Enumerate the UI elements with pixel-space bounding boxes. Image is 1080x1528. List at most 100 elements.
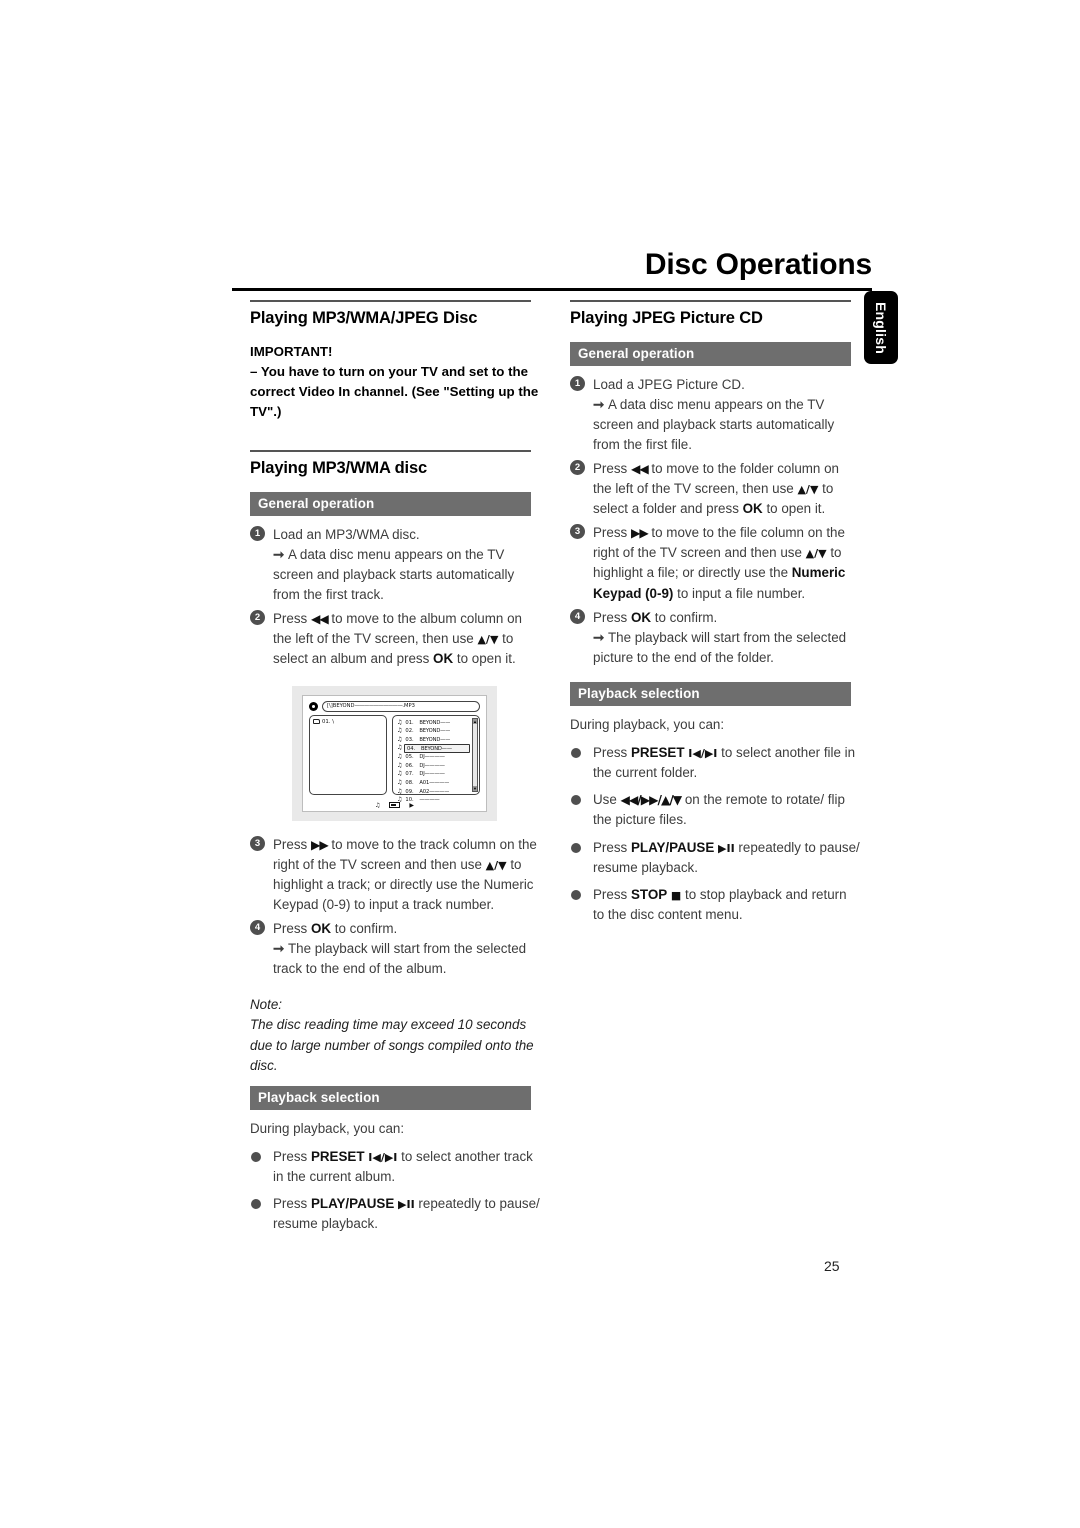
music-note-icon: ♫ (397, 753, 403, 761)
track-row: ♫ 01. BEYOND—— (396, 719, 470, 728)
track-number: 08. (405, 780, 414, 787)
step-text-part: Press (273, 921, 311, 937)
stop-icon: ■ (670, 888, 682, 902)
step-text-part: to input a file number. (673, 585, 806, 601)
step-result: ➞ The playback will start from the selec… (273, 941, 527, 977)
disc-path-ext: .MP3 (402, 703, 415, 710)
bullet-pre: Press (593, 886, 631, 902)
track-row: ♫ 09. A02———— (396, 787, 470, 796)
track-number: 09. (405, 788, 414, 795)
step-text-part: Press (593, 460, 631, 476)
ok-key-label: OK (310, 921, 332, 937)
updown-icon: ▲/▼ (477, 633, 499, 647)
playpause-key-label: PLAY/PAUSE (630, 839, 715, 855)
step-text-part: to confirm. (651, 609, 718, 625)
important-heading: IMPORTANT! (250, 343, 333, 359)
ok-key-label: OK (433, 651, 454, 667)
bullet-pre: Press (273, 1196, 311, 1212)
playback-selection-header-right: Playback selection (570, 682, 851, 707)
step-text-part: to open it. (453, 651, 516, 667)
ok-key-label: OK (742, 501, 763, 517)
disc-path-label: [\]BEYOND (327, 703, 355, 710)
track-row: ♫ 05. DJ———— (396, 753, 470, 762)
track-name: DJ———— (419, 762, 445, 769)
step-item: 4 Press OK to confirm. ➞ The playback wi… (250, 919, 540, 979)
play-pause-icon: ▶II (398, 1198, 415, 1212)
tv-screen-panes: 01. \ ♫ 01. BEYOND—— ♫ 02. BEYOND—— ♫ 03. BEYO… (309, 714, 480, 803)
bullet-dot-icon (571, 748, 581, 759)
track-number: 06. (405, 762, 414, 769)
playback-intro-left: During playback, you can: (250, 1120, 405, 1136)
step-text-part: to open it. (762, 501, 826, 517)
step-number-badge: 2 (570, 459, 585, 475)
list-item: Press STOP ■ to stop playback and return… (570, 885, 860, 925)
note-label: Note: (250, 997, 283, 1013)
track-name: DJ———— (419, 754, 445, 761)
scroll-down-icon[interactable]: ▼ (473, 785, 477, 791)
page-title: Disc Operations (644, 248, 872, 281)
list-item: Use ◀◀/▶▶/▲/▼ on the remote to rotate/ f… (570, 790, 860, 830)
track-number: 02. (405, 728, 414, 735)
step-text-part: Press (273, 611, 311, 627)
scroll-up-icon[interactable]: ▲ (473, 718, 477, 724)
track-scrollbar[interactable]: ▲ ▼ (472, 717, 478, 792)
track-number: 05. (405, 754, 414, 761)
page-number: 25 (824, 1258, 840, 1274)
track-row-selected: 04. BEYOND—— (404, 744, 470, 753)
music-note-icon: ♫ (397, 787, 403, 795)
tv-screen-inner: [\]BEYOND —————————— .MP3 01. \ ♫ 01. BEYOND… (302, 694, 487, 812)
track-column: ♫ 01. BEYOND—— ♫ 02. BEYOND—— ♫ 03. BEYOND—— ♫… (392, 714, 480, 803)
bullet-dot-icon (251, 1151, 261, 1162)
folder-icon (313, 719, 320, 725)
updown-icon: ▲/▼ (805, 547, 827, 561)
tv-screen-topbar: [\]BEYOND —————————— .MP3 (309, 700, 480, 712)
note-block: Note: The disc reading time may exceed 1… (250, 995, 540, 1075)
bullet-dot-icon (571, 842, 581, 853)
track-name: BEYOND—— (419, 728, 451, 735)
playback-selection-header-left: Playback selection (250, 1085, 531, 1110)
updown-icon: ▲/▼ (485, 858, 507, 872)
track-row: ♫ 07. DJ———— (396, 770, 470, 779)
track-name: BEYOND—— (419, 737, 451, 744)
step-text: Load an MP3/WMA disc. (273, 526, 420, 542)
music-note-icon: ♫ (397, 718, 403, 726)
section-rule-2 (250, 450, 531, 452)
step-number-badge: 3 (250, 835, 265, 851)
track-row: ♫ 06. DJ———— (396, 762, 470, 771)
section-title-mp3wmajpeg: Playing MP3/WMA/JPEG Disc (250, 308, 478, 327)
step-number-badge: 4 (570, 608, 585, 624)
important-body: – You have to turn on your TV and set to… (250, 363, 539, 420)
track-number: 03. (405, 737, 414, 744)
step-item: 1 Load a JPEG Picture CD. ➞ A data disc … (570, 375, 860, 455)
rewind-icon: ◀◀ (310, 612, 329, 627)
step-text-part: Press (273, 836, 311, 852)
bullet-dot-icon (251, 1199, 261, 1210)
section-title-mp3wma: Playing MP3/WMA disc (250, 458, 428, 477)
tv-screen-footer: ♫ ▶ (303, 802, 486, 809)
album-column: 01. \ (309, 714, 387, 795)
track-name: A01———— (419, 780, 450, 787)
general-operation-header-right: General operation (570, 341, 851, 366)
navigation-keys-icon: ◀◀/▶▶/▲/▼ (620, 793, 683, 808)
right-column: Playing JPEG Picture CD General operatio… (570, 300, 860, 932)
step-number-badge: 2 (250, 610, 265, 626)
playpause-key-label: PLAY/PAUSE (310, 1196, 395, 1212)
fast-forward-icon: ▶▶ (630, 526, 649, 541)
step-number-badge: 3 (570, 524, 585, 540)
section-rule (250, 300, 531, 302)
step-result-text: The playback will start from the selecte… (593, 629, 847, 665)
bullet-dot-icon (571, 795, 581, 806)
track-number: 07. (405, 771, 414, 778)
track-number: 04. (407, 745, 416, 752)
step-item: 2 Press ◀◀ to move to the album column o… (250, 609, 540, 669)
step-result-text: A data disc menu appears on the TV scree… (593, 396, 835, 452)
step-number-badge: 1 (250, 525, 265, 541)
step-result: ➞ The playback will start from the selec… (593, 629, 847, 665)
track-number: 01. (405, 719, 414, 726)
music-note-icon: ♫ (397, 736, 403, 744)
play-pause-icon: ▶II (718, 841, 735, 855)
step-result-text: A data disc menu appears on the TV scree… (273, 546, 515, 603)
folder-entry: 01. \ (313, 719, 384, 725)
language-tab: English (864, 291, 898, 364)
step-number-badge: 1 (570, 375, 585, 391)
